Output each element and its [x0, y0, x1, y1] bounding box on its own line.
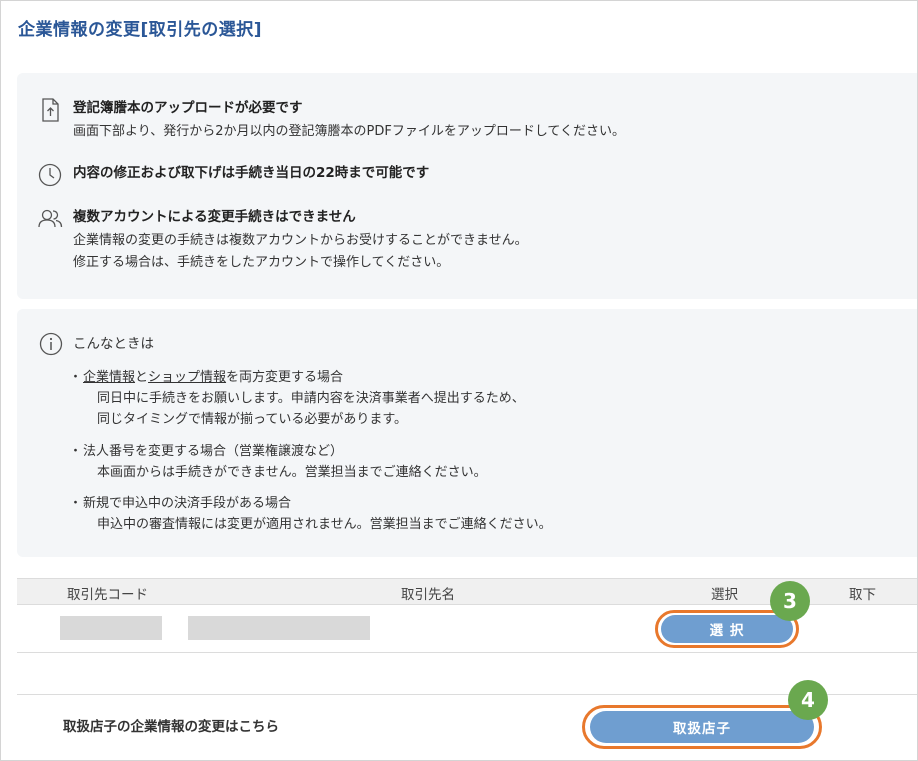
notice-deadline: 内容の修正および取下げは手続き当日の22時まで可能です	[37, 162, 897, 188]
case-bullet: ・	[69, 370, 83, 385]
redacted-name	[188, 616, 370, 640]
franchise-label: 取扱店子の企業情報の変更はこちら	[63, 719, 279, 735]
notice-accounts: 複数アカウントによる変更手続きはできません 企業情報の変更の手続きは複数アカウン…	[37, 206, 897, 278]
page-frame: 企業情報の変更[取引先の選択] 登記簿謄本のアップロードが必要です 画面下部より…	[0, 0, 918, 761]
page-title: 企業情報の変更[取引先の選択]	[18, 20, 263, 40]
case-text: 新規で申込中の決済手段がある場合	[83, 496, 292, 511]
notice-upload: 登記簿謄本のアップロードが必要です 画面下部より、発行から2か月以内の登記簿謄本…	[37, 97, 897, 147]
info-case-shop: ・企業情報とショップ情報を両方変更する場合 同日中に手続きをお願いします。申請内…	[69, 367, 525, 430]
case-text: 法人番号を変更する場合（営業権譲渡など）	[83, 444, 344, 459]
case-connector: と	[135, 370, 149, 385]
header-withdraw: 取下	[849, 587, 876, 603]
notice-deadline-title: 内容の修正および取下げは手続き当日の22時まで可能です	[73, 165, 430, 181]
case-bullet: ・	[69, 444, 83, 459]
header-code: 取引先コード	[67, 587, 148, 603]
step-marker-3: 3	[770, 581, 810, 621]
clock-icon	[38, 163, 62, 187]
header-name: 取引先名	[401, 587, 455, 603]
info-case-pending: ・新規で申込中の決済手段がある場合 申込中の審査情報には変更が適用されません。営…	[69, 493, 552, 535]
case-bullet: ・	[69, 496, 83, 511]
notice-accounts-title: 複数アカウントによる変更手続きはできません	[73, 209, 356, 225]
upload-document-icon	[42, 98, 59, 122]
select-button[interactable]: 選 択	[661, 615, 793, 643]
step-marker-4: 4	[788, 680, 828, 720]
notice-accounts-text-1: 企業情報の変更の手続きは複数アカウントからお受けすることができません。	[73, 233, 528, 248]
case-text: を両方変更する場合	[226, 370, 344, 385]
redacted-code	[60, 616, 162, 640]
notice-upload-text: 画面下部より、発行から2か月以内の登記簿謄本のPDFファイルをアップロードしてく…	[73, 124, 626, 139]
case-detail: 同日中に手続きをお願いします。申請内容を決済事業者へ提出するため、	[97, 391, 525, 406]
notice-upload-title: 登記簿謄本のアップロードが必要です	[73, 100, 303, 116]
case-detail: 本画面からは手続きができません。営業担当までご連絡ください。	[97, 465, 487, 480]
header-select: 選択	[711, 587, 738, 603]
info-panel: こんなときは ・企業情報とショップ情報を両方変更する場合 同日中に手続きをお願い…	[17, 309, 917, 557]
users-icon	[38, 209, 63, 228]
info-icon	[39, 332, 63, 356]
info-case-corporate-number: ・法人番号を変更する場合（営業権譲渡など） 本画面からは手続きができません。営業…	[69, 441, 487, 483]
company-info-link[interactable]: 企業情報	[83, 370, 135, 385]
case-detail: 申込中の審査情報には変更が適用されません。営業担当までご連絡ください。	[97, 517, 552, 532]
divider	[17, 694, 917, 695]
shop-info-link[interactable]: ショップ情報	[148, 370, 226, 385]
notice-accounts-text-2: 修正する場合は、手続きをしたアカウントで操作してください。	[73, 255, 450, 270]
case-detail: 同じタイミングで情報が揃っている必要があります。	[97, 412, 408, 427]
franchise-button[interactable]: 取扱店子	[590, 711, 814, 743]
notice-panel: 登記簿謄本のアップロードが必要です 画面下部より、発行から2か月以内の登記簿謄本…	[17, 73, 917, 299]
info-title: こんなときは	[73, 336, 154, 352]
